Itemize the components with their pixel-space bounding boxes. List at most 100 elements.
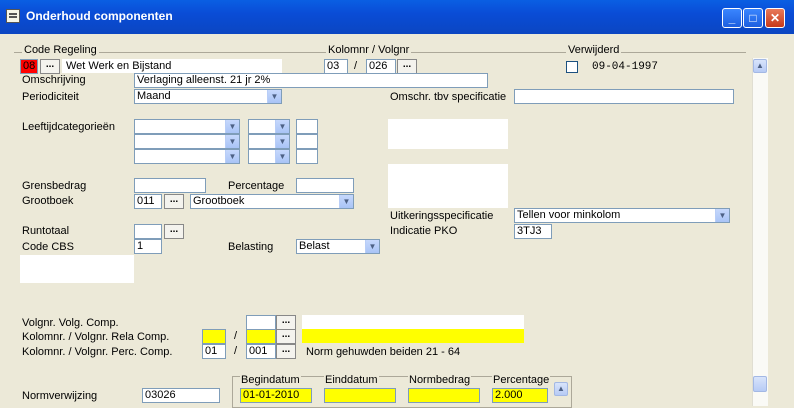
perc-comp-desc: Norm gehuwden beiden 21 - 64	[306, 346, 461, 358]
chevron-down-icon[interactable]: ▼	[267, 90, 281, 103]
rela-comp-volg-input[interactable]	[246, 329, 276, 344]
perc-comp-separator: /	[234, 345, 238, 357]
kolomnr-separator: /	[354, 60, 358, 72]
code-regeling-lookup-button[interactable]: ...	[40, 59, 60, 74]
title-bar[interactable]: Onderhoud componenten _ □ ✕	[0, 0, 794, 34]
chevron-down-icon[interactable]: ▼	[715, 209, 729, 222]
grootboek-select[interactable]: Grootboek ▼	[190, 194, 354, 209]
belasting-value: Belast	[299, 240, 330, 252]
leeftijd-input-1[interactable]	[296, 119, 318, 134]
minimize-button[interactable]: _	[722, 8, 742, 28]
kolomnr-input[interactable]: 03	[324, 59, 348, 74]
rela-comp-kolom-input[interactable]	[202, 329, 226, 344]
close-button[interactable]: ✕	[765, 8, 785, 28]
grid-cell-begin[interactable]: 01-01-2010	[240, 388, 312, 403]
perc-comp-kolom-input[interactable]: 01	[202, 344, 226, 359]
vertical-scrollbar[interactable]: ▲	[752, 58, 768, 406]
leeftijd-select-1[interactable]: ▼	[134, 119, 240, 134]
grid-header-percentage: Percentage	[492, 374, 551, 386]
uitkering-select[interactable]: Tellen voor minkolom ▼	[514, 208, 730, 223]
window-title: Onderhoud componenten	[26, 9, 173, 23]
omschr-spec-input[interactable]	[514, 89, 734, 104]
scroll-thumb[interactable]	[753, 376, 767, 392]
info-panel-3	[20, 255, 134, 283]
rela-comp-lookup-button[interactable]: ...	[276, 329, 296, 344]
app-icon	[6, 9, 20, 23]
volgnr-input[interactable]: 026	[366, 59, 396, 74]
chevron-down-icon[interactable]: ▼	[275, 150, 289, 163]
volg-comp-desc	[302, 315, 524, 329]
runtotaal-lookup-button[interactable]: ...	[164, 224, 184, 239]
grid-header-normbedrag: Normbedrag	[408, 374, 472, 386]
chevron-down-icon[interactable]: ▼	[275, 120, 289, 133]
pko-input[interactable]: 3TJ3	[514, 224, 552, 239]
scroll-up-button[interactable]: ▲	[753, 59, 767, 73]
kolomnr-label: Kolomnr / Volgnr	[326, 44, 412, 56]
grid-cell-percentage[interactable]: 2.000	[492, 388, 548, 403]
perc-comp-label: Kolomnr. / Volgnr. Perc. Comp.	[22, 346, 173, 358]
grid-header-eind: Einddatum	[324, 374, 379, 386]
leeftijd-select-6[interactable]: ▼	[248, 149, 290, 164]
percentage-input[interactable]	[296, 178, 354, 193]
chevron-down-icon[interactable]: ▼	[225, 150, 239, 163]
grensbedrag-input[interactable]	[134, 178, 206, 193]
leeftijd-select-4[interactable]: ▼	[248, 119, 290, 134]
perc-comp-lookup-button[interactable]: ...	[276, 344, 296, 359]
omschrijving-input[interactable]: Verlaging alleenst. 21 jr 2%	[134, 73, 488, 88]
grensbedrag-label: Grensbedrag	[22, 180, 87, 192]
volg-comp-input[interactable]	[246, 315, 276, 330]
uitkering-value: Tellen voor minkolom	[517, 209, 621, 221]
perc-comp-volg-input[interactable]: 001	[246, 344, 276, 359]
grootboek-lookup-button[interactable]: ...	[164, 194, 184, 209]
percentage-label: Percentage	[228, 180, 285, 192]
volg-comp-lookup-button[interactable]: ...	[276, 315, 296, 330]
rela-comp-separator: /	[234, 330, 238, 342]
runtotaal-input[interactable]	[134, 224, 162, 239]
minimize-icon: _	[728, 11, 736, 25]
code-cbs-label: Code CBS	[22, 241, 74, 253]
leeftijd-input-2[interactable]	[296, 134, 318, 149]
leeftijd-select-5[interactable]: ▼	[248, 134, 290, 149]
grootboek-code-input[interactable]: 011	[134, 194, 162, 209]
leeftijd-label: Leeftijdcategorieën	[22, 121, 115, 133]
belasting-select[interactable]: Belast ▼	[296, 239, 380, 254]
maximize-button[interactable]: □	[743, 8, 763, 28]
verwijderd-label: Verwijderd	[566, 44, 622, 56]
chevron-down-icon[interactable]: ▼	[275, 135, 289, 148]
verwijderd-date: 09-04-1997	[592, 61, 659, 73]
grid-scroll-up-button[interactable]: ▲	[554, 382, 568, 396]
close-icon: ✕	[769, 11, 781, 25]
kolomnr-lookup-button[interactable]: ...	[397, 59, 417, 74]
rela-comp-label: Kolomnr. / Volgnr. Rela Comp.	[22, 331, 170, 343]
volg-comp-label: Volgnr. Volg. Comp.	[22, 317, 119, 329]
code-regeling-label: Code Regeling	[22, 44, 99, 56]
leeftijd-select-2[interactable]: ▼	[134, 134, 240, 149]
code-regeling-name: Wet Werk en Bijstand	[66, 60, 172, 72]
code-cbs-input[interactable]: 1	[134, 239, 162, 254]
uitkering-label: Uitkeringsspecificatie	[390, 210, 494, 222]
code-regeling-input[interactable]: 08	[20, 59, 38, 74]
info-panel-1	[388, 119, 508, 149]
chevron-down-icon[interactable]: ▼	[225, 120, 239, 133]
chevron-down-icon[interactable]: ▼	[339, 195, 353, 208]
grid-cell-eind[interactable]	[324, 388, 396, 403]
maximize-icon: □	[749, 11, 757, 25]
grootboek-label: Grootboek	[22, 195, 74, 207]
norm-input[interactable]: 03026	[142, 388, 220, 403]
grootboek-value: Grootboek	[193, 195, 245, 207]
chevron-down-icon[interactable]: ▼	[225, 135, 239, 148]
periodiciteit-select[interactable]: Maand ▼	[134, 89, 282, 104]
omschr-spec-label: Omschr. tbv specificatie	[390, 91, 507, 103]
grid-header-begin: Begindatum	[240, 374, 301, 386]
main-window: Onderhoud componenten _ □ ✕ Code Regelin…	[0, 0, 794, 408]
norm-label: Normverwijzing	[22, 390, 98, 402]
grid-cell-normbedrag[interactable]	[408, 388, 480, 403]
verwijderd-checkbox[interactable]	[566, 61, 578, 73]
leeftijd-input-3[interactable]	[296, 149, 318, 164]
chevron-down-icon[interactable]: ▼	[365, 240, 379, 253]
periodiciteit-value: Maand	[137, 90, 171, 102]
info-panel-2	[388, 164, 508, 208]
runtotaal-label: Runtotaal	[22, 225, 70, 237]
omschrijving-label: Omschrijving	[22, 74, 86, 86]
leeftijd-select-3[interactable]: ▼	[134, 149, 240, 164]
